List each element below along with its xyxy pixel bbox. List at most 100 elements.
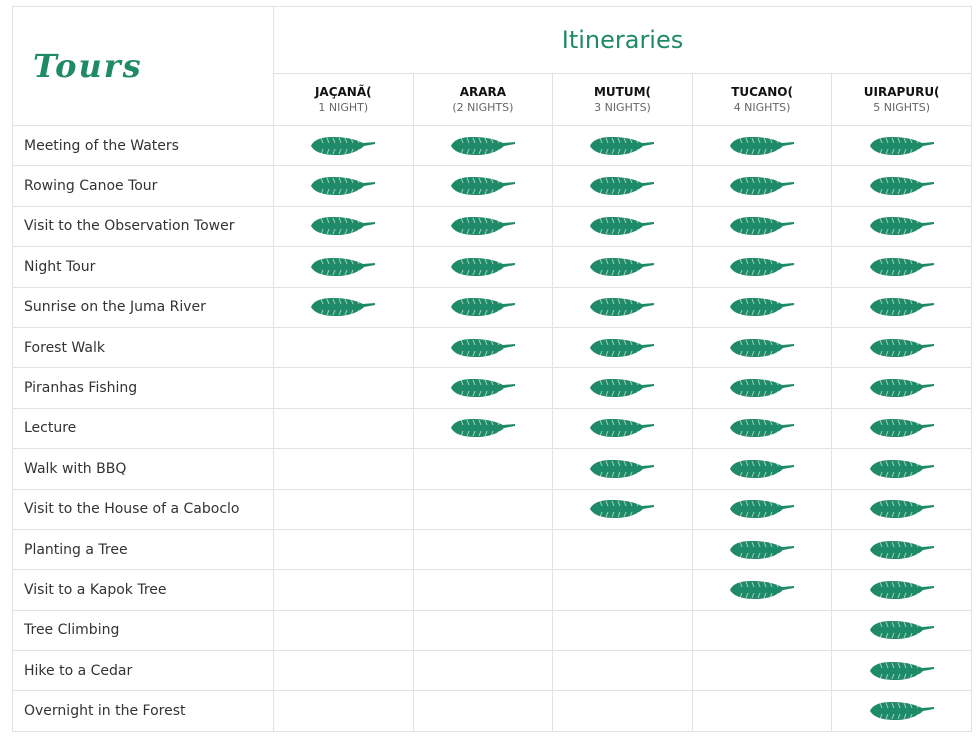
leaf-icon [311,177,376,196]
tours-header-cell: Tours [12,6,274,126]
leaf-icon [590,257,655,276]
inclusion-cell [831,690,972,732]
inclusion-cell [691,690,833,732]
inclusion-cell [552,407,693,450]
column-nights: 1 NIGHT) [318,101,369,114]
inclusion-cell [691,165,833,207]
inclusion-cell [552,326,693,369]
inclusion-cell [691,528,833,571]
inclusion-cell [552,569,693,611]
leaf-icon [869,702,934,721]
column-name: JAÇANÃ( [314,85,372,99]
inclusion-cell [831,609,972,652]
inclusion-cell [831,367,972,409]
column-nights: (2 NIGHTS) [452,101,514,114]
leaf-icon [730,379,795,398]
tour-name: Meeting of the Waters [12,124,274,167]
leaf-icon [450,419,515,438]
inclusion-cell [552,124,693,167]
inclusion-cell [691,286,833,328]
leaf-icon [869,136,934,155]
inclusion-cell [273,124,414,167]
inclusion-cell [273,448,414,490]
inclusion-cell [691,448,833,490]
table-row: Lecture [12,407,972,450]
table-row: Meeting of the Waters [12,124,972,167]
inclusion-cell [552,286,693,328]
table-row: Visit to the Observation Tower [12,205,972,248]
leaf-icon [730,419,795,438]
tours-title: Tours [33,47,143,85]
leaf-icon [450,338,515,357]
table-row: Hike to a Cedar [12,650,972,692]
inclusion-cell [552,488,693,530]
leaf-icon [590,459,655,478]
tour-name: Walk with BBQ [12,448,274,490]
leaf-icon [730,540,795,559]
tour-name: Piranhas Fishing [12,367,274,409]
leaf-icon [730,136,795,155]
leaf-icon [730,580,795,599]
inclusion-cell [552,609,693,652]
column-name: MUTUM( [593,85,651,99]
inclusion-cell [412,650,554,692]
inclusion-cell [831,326,972,369]
tour-name: Visit to the House of a Caboclo [12,488,274,530]
leaf-icon [450,298,515,317]
leaf-icon [730,257,795,276]
inclusion-cell [831,286,972,328]
itinerary-table: Tours Itineraries JAÇANÃ( 1 NIGHT) ARARA (2… [12,6,972,732]
leaf-icon [869,298,934,317]
inclusion-cell [412,165,554,207]
inclusion-cell [412,609,554,652]
column-name: TUCANO( [731,85,793,99]
leaf-icon [450,379,515,398]
table-row: Visit to a Kapok Tree [12,569,972,611]
inclusion-cell [273,165,414,207]
tour-name: Overnight in the Forest [12,690,274,732]
tour-name: Tree Climbing [12,609,274,652]
inclusion-cell [412,326,554,369]
column-header: TUCANO( 4 NIGHTS) [691,73,833,126]
inclusion-cell [273,326,414,369]
itinerary-table-container: Tours Itineraries JAÇANÃ( 1 NIGHT) ARARA (2… [12,6,972,733]
leaf-icon [730,177,795,196]
inclusion-cell [552,690,693,732]
inclusion-cell [273,690,414,732]
leaf-icon [869,217,934,236]
inclusion-cell [691,650,833,692]
inclusion-cell [273,367,414,409]
table-row: Night Tour [12,246,972,288]
leaf-icon [869,661,934,680]
inclusion-cell [552,650,693,692]
column-nights: 3 NIGHTS) [594,101,651,114]
leaf-icon [450,217,515,236]
leaf-icon [590,217,655,236]
inclusion-cell [691,407,833,450]
table-row: Forest Walk [12,326,972,369]
table-row: Rowing Canoe Tour [12,165,972,207]
table-row: Walk with BBQ [12,448,972,490]
leaf-icon [730,500,795,519]
inclusion-cell [831,165,972,207]
inclusion-cell [831,528,972,571]
tour-name: Lecture [12,407,274,450]
inclusion-cell [831,488,972,530]
inclusion-cell [831,124,972,167]
leaf-icon [869,540,934,559]
inclusion-cell [412,286,554,328]
column-header: ARARA (2 NIGHTS) [412,73,554,126]
column-nights: 4 NIGHTS) [733,101,791,114]
leaf-icon [590,177,655,196]
inclusion-cell [831,407,972,450]
leaf-icon [450,136,515,155]
tour-name: Sunrise on the Juma River [12,286,274,328]
leaf-icon [869,500,934,519]
leaf-icon [730,298,795,317]
inclusion-cell [552,367,693,409]
itineraries-title: Itineraries [273,6,972,74]
column-nights: 5 NIGHTS) [873,101,931,114]
inclusion-cell [412,488,554,530]
leaf-icon [311,217,376,236]
inclusion-cell [552,205,693,248]
